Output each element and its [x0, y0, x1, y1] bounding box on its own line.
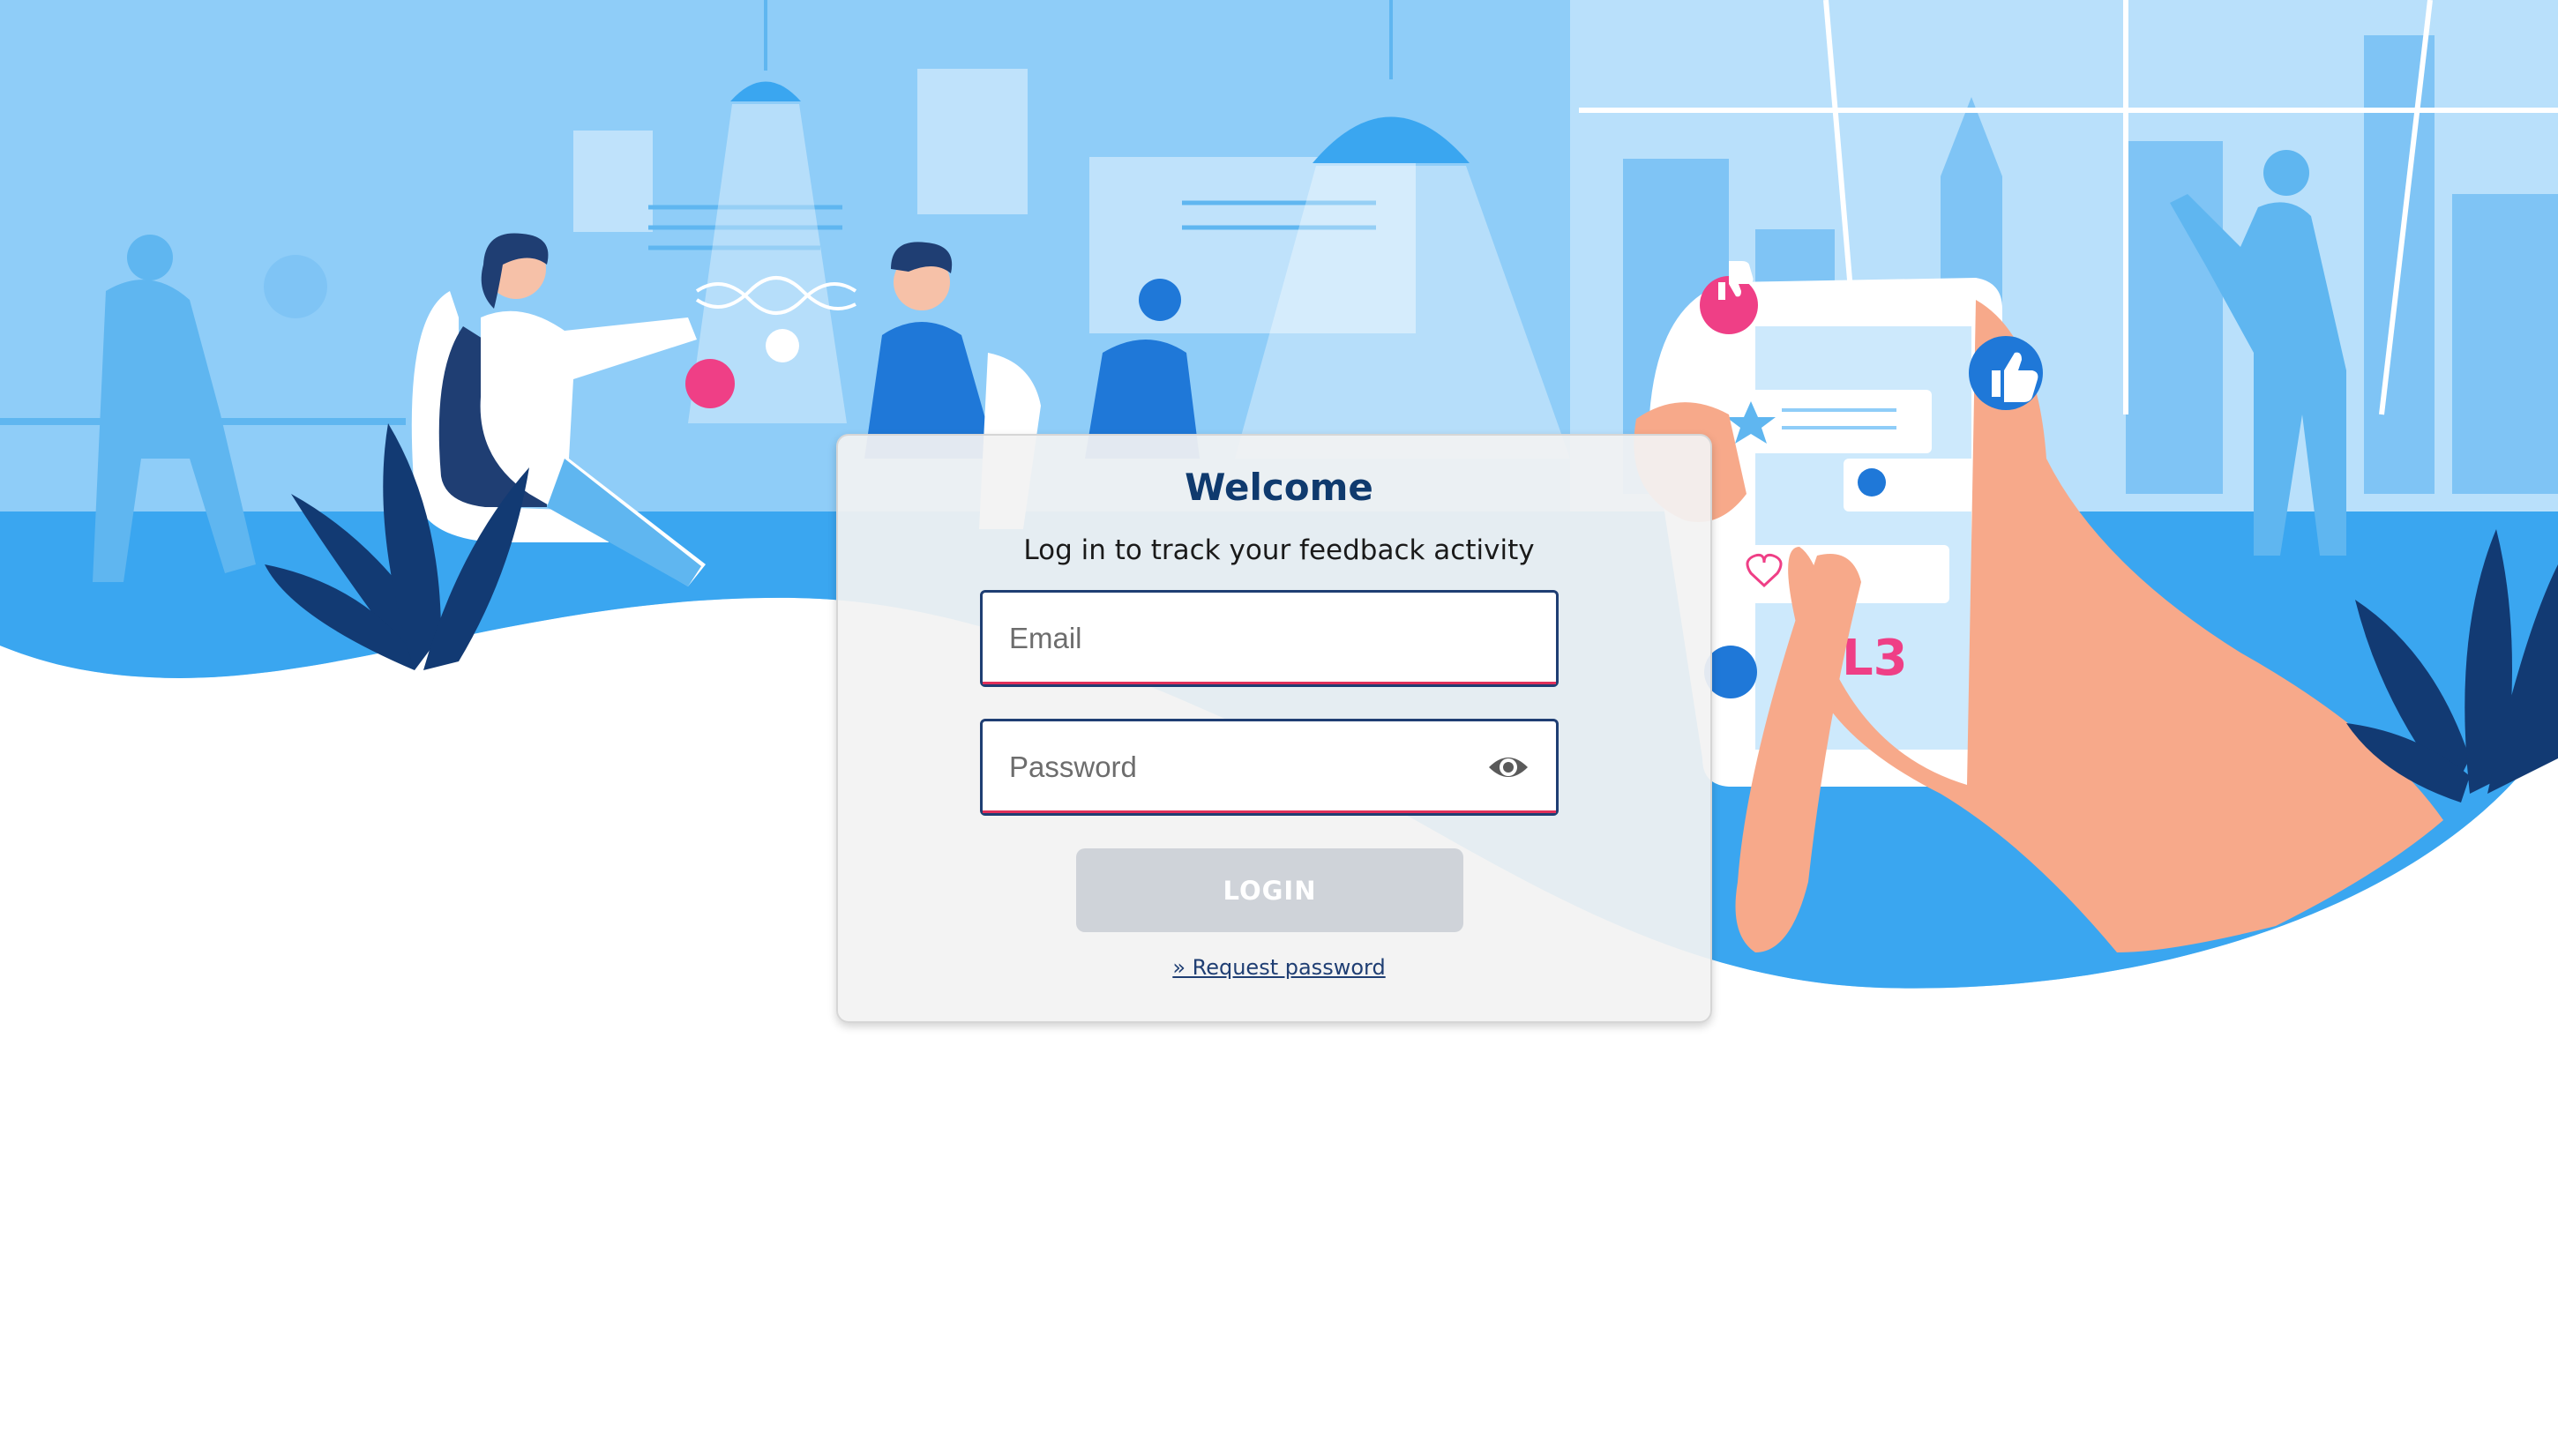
- email-field[interactable]: [980, 590, 1559, 687]
- password-field[interactable]: [980, 719, 1559, 816]
- login-page: L3 Welcome Log in to track your feedback…: [0, 0, 2558, 1456]
- email-input[interactable]: [1009, 593, 1503, 684]
- welcome-title: Welcome: [1185, 466, 1373, 509]
- svg-text:L3: L3: [1842, 630, 1908, 687]
- eye-icon[interactable]: [1487, 751, 1530, 783]
- login-button[interactable]: LOGIN: [1076, 848, 1463, 932]
- request-password-link[interactable]: » Request password: [0, 955, 2558, 980]
- password-input[interactable]: [1009, 721, 1503, 813]
- login-subtitle: Log in to track your feedback activity: [1023, 534, 1535, 566]
